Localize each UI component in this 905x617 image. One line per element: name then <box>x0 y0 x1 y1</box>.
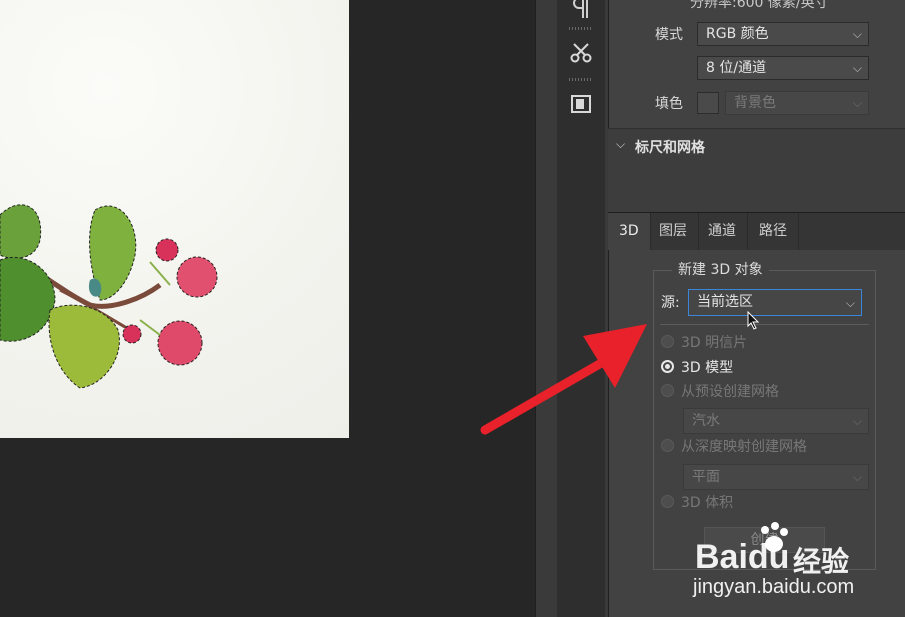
tab-3d[interactable]: 3D <box>608 213 651 250</box>
divider <box>660 324 869 325</box>
source-select-value: 当前选区 <box>697 294 753 310</box>
fill-label: 填色 <box>655 96 683 112</box>
chevron-down-icon: ⌵ <box>852 61 862 75</box>
paragraph-icon[interactable] <box>559 0 603 28</box>
scissors-icon[interactable] <box>559 33 603 73</box>
fill-color-swatch[interactable] <box>697 92 719 114</box>
watermark-url: jingyan.baidu.com <box>693 576 855 598</box>
source-select[interactable]: 当前选区 ⌵ <box>688 289 862 316</box>
group-title: 新建 3D 对象 <box>672 259 769 279</box>
volume-radio[interactable] <box>661 495 674 508</box>
paw-icon <box>761 522 788 552</box>
chevron-down-icon: ⌵ <box>852 470 862 484</box>
document-canvas[interactable] <box>0 0 349 438</box>
depth-map-radio[interactable] <box>661 439 674 452</box>
fill-select[interactable]: 背景色 ⌵ <box>725 91 869 115</box>
ruler-grid-title[interactable]: 标尺和网格 <box>635 137 705 157</box>
library-panel-icon[interactable] <box>559 84 603 124</box>
chevron-down-icon: ⌵ <box>852 27 862 41</box>
tab-layers[interactable]: 图层 <box>648 213 699 250</box>
ruler-grid-section: ⌵ 标尺和网格 <box>608 128 905 213</box>
watercolor-flower-branch <box>0 204 218 389</box>
mode-select-value: RGB 颜色 <box>706 26 769 42</box>
mode-label: 模式 <box>655 27 683 43</box>
fill-select-value: 背景色 <box>734 95 776 111</box>
depth-select-value: 平面 <box>692 469 720 485</box>
watermark-cn: 经验 <box>793 545 850 578</box>
bit-depth-value: 8 位/通道 <box>706 60 767 76</box>
depth-select[interactable]: 平面 ⌵ <box>683 464 869 490</box>
chevron-down-icon: ⌵ <box>852 414 862 428</box>
bit-depth-select[interactable]: 8 位/通道 ⌵ <box>697 56 869 80</box>
tab-paths[interactable]: 路径 <box>748 213 799 250</box>
depth-map-option-label: 从深度映射创建网格 <box>681 439 807 455</box>
source-label: 源: <box>661 295 680 311</box>
panel-grip[interactable] <box>569 27 591 30</box>
panel-tab-bar: 3D 图层 通道 路径 <box>608 212 905 250</box>
panel-grip[interactable] <box>569 78 591 81</box>
chevron-down-icon: ⌵ <box>845 296 855 310</box>
canvas-area[interactable] <box>0 0 535 617</box>
baidu-jingyan-watermark: Baidu 经验 jingyan.baidu.com <box>693 520 863 600</box>
postcard-option-label: 3D 明信片 <box>681 335 748 351</box>
mouse-cursor-icon <box>747 311 760 330</box>
tab-channels[interactable]: 通道 <box>697 213 748 250</box>
annotation-arrow <box>480 324 647 435</box>
volume-option-label: 3D 体积 <box>681 495 734 511</box>
tool-column <box>557 0 605 617</box>
resolution-text: 分辨率:600 像素/英寸 <box>690 0 829 11</box>
chevron-down-icon: ⌵ <box>852 96 862 110</box>
model-option-label: 3D 模型 <box>681 360 734 376</box>
chevron-down-icon[interactable]: ⌵ <box>616 137 625 152</box>
mode-select[interactable]: RGB 颜色 ⌵ <box>697 22 869 46</box>
preset-mesh-option-label: 从预设创建网格 <box>681 384 779 400</box>
preset-select[interactable]: 汽水 ⌵ <box>683 408 869 434</box>
preset-select-value: 汽水 <box>692 413 720 429</box>
